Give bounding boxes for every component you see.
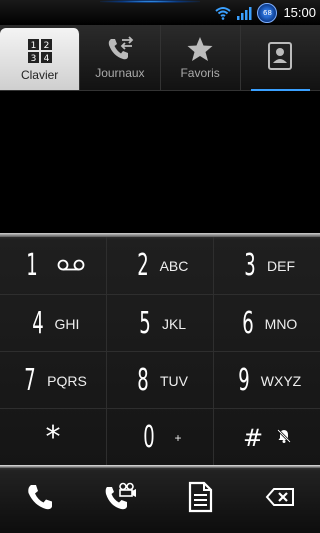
key-digit: # bbox=[242, 423, 264, 452]
key-digit: 2 bbox=[136, 248, 149, 283]
status-glow bbox=[100, 0, 200, 3]
key-0[interactable]: 0 + bbox=[107, 409, 213, 466]
key-star[interactable]: * bbox=[0, 409, 106, 466]
svg-text:1: 1 bbox=[30, 41, 36, 51]
key-digit: 4 bbox=[31, 306, 44, 341]
key-letters: GHI bbox=[54, 315, 80, 332]
video-call-icon bbox=[103, 481, 137, 517]
key-hash[interactable]: # bbox=[214, 409, 320, 466]
star-icon bbox=[185, 35, 215, 63]
key-letters: WXYZ bbox=[260, 372, 302, 389]
dialpad: 1 2 ABC 3 DEF 4 GHI 5 JKL 6 MNO 7 PQRS 8… bbox=[0, 233, 320, 465]
backspace-icon bbox=[265, 487, 295, 511]
call-log-icon bbox=[105, 35, 135, 63]
key-digit: 1 bbox=[26, 248, 38, 283]
key-digit: 5 bbox=[139, 306, 151, 341]
key-9[interactable]: 9 WXYZ bbox=[214, 352, 320, 409]
key-6[interactable]: 6 MNO bbox=[214, 295, 320, 352]
key-digit: 7 bbox=[24, 363, 36, 398]
contacts-icon bbox=[265, 42, 295, 70]
tab-clavier[interactable]: 1 2 3 4 Clavier bbox=[0, 28, 81, 90]
key-5[interactable]: 5 JKL bbox=[107, 295, 213, 352]
sms-icon bbox=[187, 481, 213, 517]
key-digit: 9 bbox=[238, 363, 250, 398]
video-call-button[interactable] bbox=[80, 465, 160, 533]
key-digit: 3 bbox=[244, 248, 256, 283]
backspace-button[interactable] bbox=[240, 465, 320, 533]
key-1[interactable]: 1 bbox=[0, 237, 106, 294]
sms-button[interactable] bbox=[160, 465, 240, 533]
key-letters: JKL bbox=[161, 315, 187, 332]
battery-icon: 68 bbox=[257, 2, 278, 23]
wifi-icon bbox=[215, 6, 232, 20]
tab-label: Journaux bbox=[95, 66, 145, 80]
number-display[interactable] bbox=[0, 91, 320, 233]
call-icon bbox=[25, 482, 55, 516]
key-8[interactable]: 8 TUV bbox=[107, 352, 213, 409]
svg-text:4: 4 bbox=[43, 54, 49, 64]
signal-icon bbox=[236, 6, 252, 20]
key-digit: 6 bbox=[241, 306, 254, 341]
key-2[interactable]: 2 ABC bbox=[107, 237, 213, 294]
key-digit: 8 bbox=[137, 363, 149, 398]
key-digit: * bbox=[45, 420, 61, 455]
key-letters: + bbox=[174, 430, 182, 445]
status-bar: 68 15:00 bbox=[0, 0, 320, 25]
tab-favoris[interactable]: Favoris bbox=[161, 25, 241, 90]
tab-bar: 1 2 3 4 Clavier Journaux Favoris bbox=[0, 25, 320, 91]
tab-label: Favoris bbox=[180, 66, 220, 80]
key-letters: ABC bbox=[159, 257, 189, 274]
dialpad-icon: 1 2 3 4 bbox=[25, 37, 55, 65]
svg-text:2: 2 bbox=[43, 41, 49, 51]
tab-label: Clavier bbox=[20, 67, 59, 82]
status-time: 15:00 bbox=[283, 5, 316, 20]
voicemail-icon bbox=[57, 256, 85, 275]
key-letters: PQRS bbox=[47, 372, 87, 389]
tab-journaux[interactable]: Journaux bbox=[80, 25, 161, 90]
key-letters: MNO bbox=[264, 315, 298, 332]
key-7[interactable]: 7 PQRS bbox=[0, 352, 106, 409]
key-digit: 0 bbox=[143, 420, 156, 455]
silent-icon bbox=[276, 428, 292, 448]
key-letters: DEF bbox=[267, 257, 295, 274]
tab-contacts[interactable] bbox=[241, 25, 320, 91]
key-3[interactable]: 3 DEF bbox=[214, 237, 320, 294]
action-divider bbox=[0, 465, 320, 468]
call-button[interactable] bbox=[0, 465, 80, 533]
action-bar bbox=[0, 465, 320, 533]
key-letters: TUV bbox=[160, 372, 188, 389]
key-4[interactable]: 4 GHI bbox=[0, 295, 106, 352]
svg-text:3: 3 bbox=[30, 54, 36, 64]
